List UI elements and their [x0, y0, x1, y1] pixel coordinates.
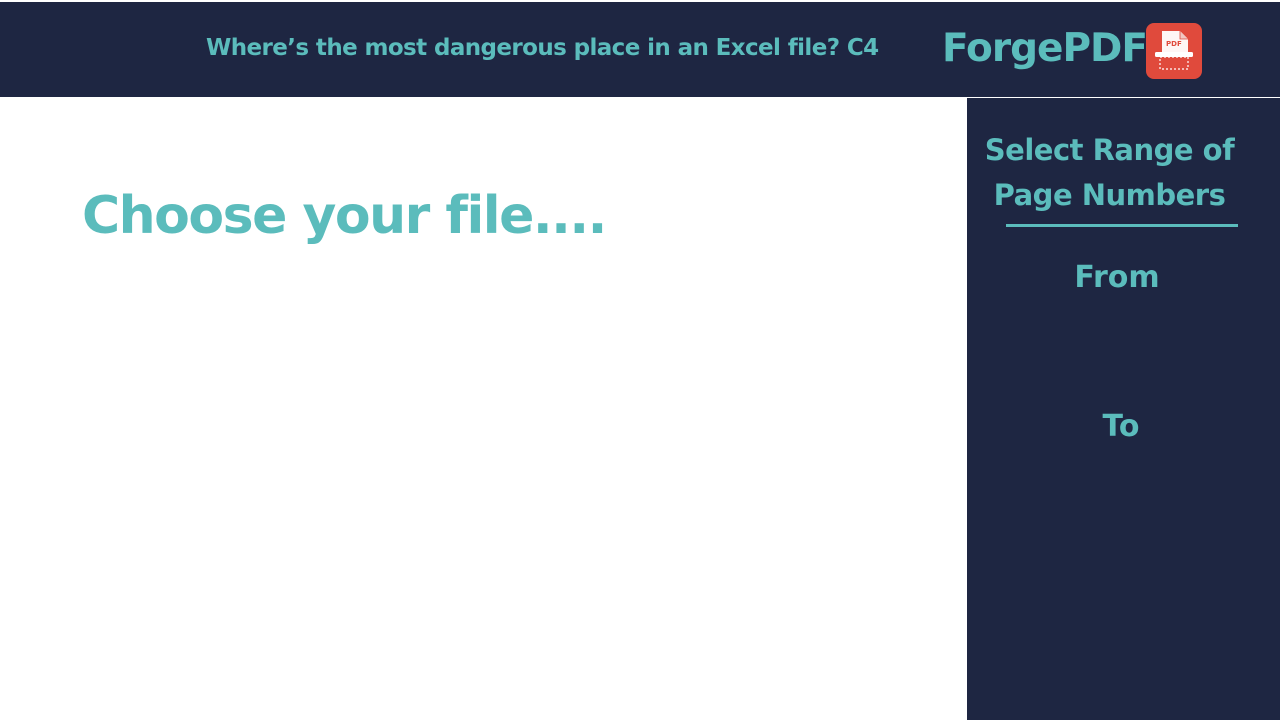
header-question: Where’s the most dangerous place in an E… — [206, 35, 879, 61]
title-underline — [1006, 224, 1238, 227]
to-label: To — [1102, 409, 1140, 444]
page-range-title-line2: Page Numbers — [993, 178, 1226, 212]
pdf-scanner-icon-graphic: PDF — [1155, 31, 1193, 70]
header-bar: Where’s the most dangerous place in an E… — [0, 2, 1280, 97]
page-range-title-line1: Select Range of — [984, 133, 1235, 167]
brand-name: ForgePDF — [942, 26, 1148, 71]
choose-file-heading[interactable]: Choose your file.... — [82, 186, 607, 246]
app-window: Where’s the most dangerous place in an E… — [0, 0, 1280, 720]
page-range-panel: Select Range of Page Numbers From To — [967, 98, 1280, 720]
from-label: From — [1074, 260, 1160, 295]
logo-pdf-text: PDF — [1166, 40, 1182, 48]
pdf-scanner-icon: PDF — [1146, 23, 1202, 79]
page-range-title: Select Range of Page Numbers — [967, 128, 1252, 218]
